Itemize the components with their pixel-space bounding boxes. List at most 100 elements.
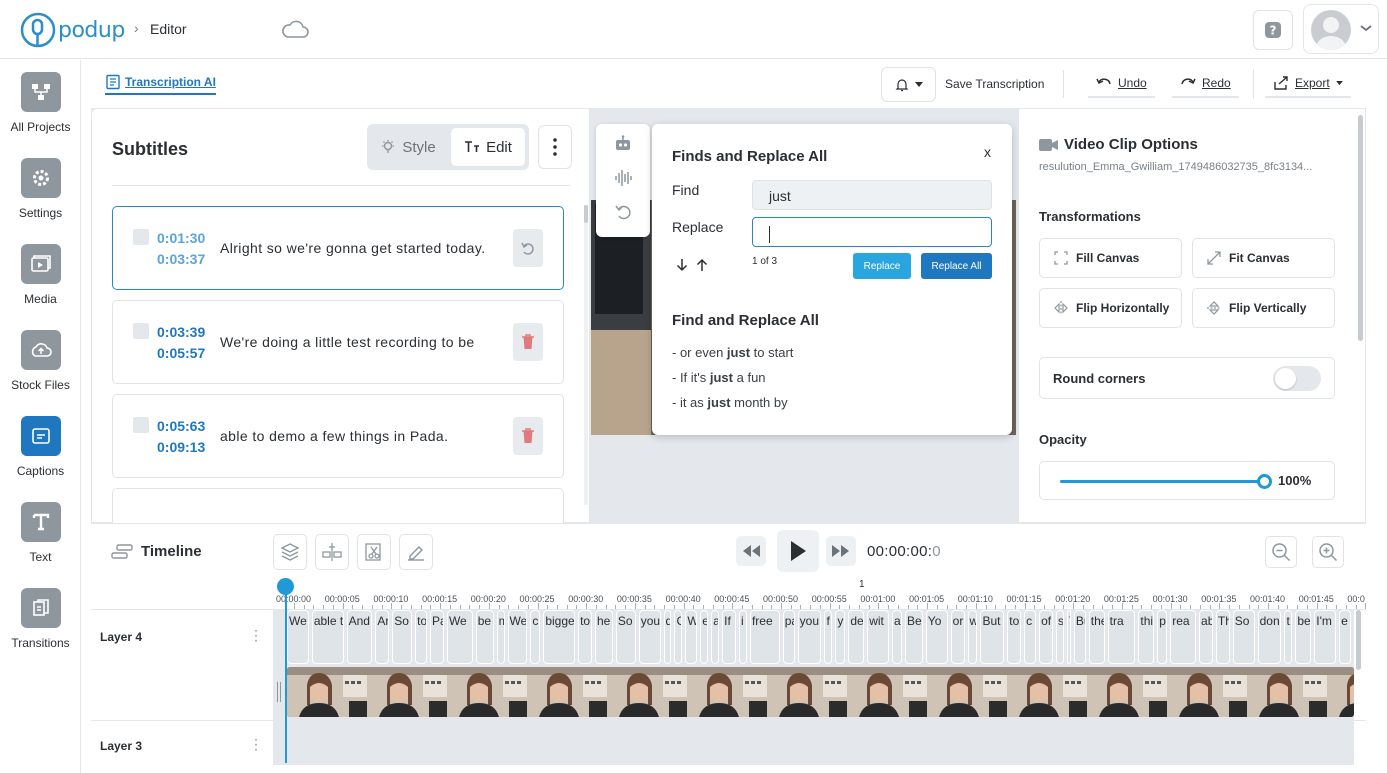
caption-end[interactable]: 0:03:37 (157, 251, 205, 267)
zoom-in-button[interactable] (1312, 536, 1344, 568)
cloud-sync-icon[interactable] (280, 18, 310, 40)
caption-checkbox[interactable] (133, 323, 149, 339)
subtitle-clip[interactable]: be (1295, 610, 1312, 664)
subtitle-clip[interactable]: We (507, 610, 528, 664)
subtitle-clip[interactable]: thi (1138, 610, 1155, 664)
caption-start[interactable]: 0:03:39 (157, 324, 205, 340)
subtitle-clip[interactable]: p (1157, 610, 1168, 664)
subtitle-clip[interactable]: s (1055, 610, 1064, 664)
export-button[interactable]: Export (1265, 70, 1351, 98)
caption-row[interactable]: 0:03:39 0:05:57 We're doing a little tes… (112, 300, 564, 384)
subtitle-clip[interactable]: rea (1170, 610, 1197, 664)
subtitle-clip[interactable]: to (578, 610, 592, 664)
scrollbar-thumb[interactable] (584, 205, 588, 223)
zoom-out-button[interactable] (1265, 536, 1297, 568)
reset-tool[interactable] (611, 200, 635, 224)
sidebar-item-settings[interactable]: Settings (0, 158, 81, 220)
playhead-handle[interactable] (277, 578, 294, 595)
subtitle-clip[interactable]: So (1232, 610, 1255, 664)
close-button[interactable]: x (984, 144, 991, 160)
caption-row[interactable] (112, 488, 564, 524)
subtitle-clip[interactable]: tra (1107, 610, 1136, 664)
video-track[interactable] (287, 667, 1354, 717)
subtitle-clip[interactable]: So (615, 610, 636, 664)
undo-button[interactable]: Undo (1088, 70, 1155, 98)
timeline-scrollbar[interactable] (1356, 610, 1361, 670)
fast-forward-button[interactable] (826, 536, 856, 566)
subtitle-clip[interactable]: m (496, 610, 505, 664)
subtitle-clip[interactable]: f (824, 610, 833, 664)
subtitle-clip[interactable]: C (674, 610, 683, 664)
subtitle-clip[interactable]: If (722, 610, 737, 664)
subtitle-clip[interactable]: Yo (925, 610, 948, 664)
subtitle-clip[interactable]: y (835, 610, 846, 664)
subtitle-clip[interactable]: Be (904, 610, 923, 664)
subtitle-clip[interactable]: And (346, 610, 373, 664)
subtitle-clip[interactable]: the (1088, 610, 1105, 664)
help-button[interactable]: ? (1253, 10, 1293, 50)
redo-button[interactable]: Redo (1172, 70, 1239, 98)
subtitle-clip[interactable]: W (685, 610, 698, 664)
caption-start[interactable]: 0:05:63 (157, 418, 205, 434)
drag-handle-icon[interactable] (276, 680, 282, 704)
arrow-down-icon[interactable] (676, 258, 688, 272)
playhead[interactable] (285, 580, 287, 763)
subtitle-clip[interactable]: w (967, 610, 978, 664)
subtitle-clip[interactable]: free (749, 610, 780, 664)
caption-checkbox[interactable] (133, 229, 149, 245)
tab-transcription-ai[interactable]: Transcription AI (105, 74, 216, 95)
scrollbar[interactable] (1358, 115, 1363, 341)
robot-tool[interactable] (611, 132, 635, 156)
edit-tool[interactable] (399, 534, 433, 570)
breadcrumb-editor[interactable]: Editor (150, 21, 187, 37)
flip-vertically-button[interactable]: Flip Vertically (1192, 288, 1335, 328)
sidebar-item-stock-files[interactable]: Stock Files (0, 330, 81, 392)
subtitle-clip[interactable]: to (1007, 610, 1022, 664)
caption-start[interactable]: 0:01:30 (157, 230, 205, 246)
subtitle-clip[interactable]: Pa (430, 610, 444, 664)
layer-menu-icon[interactable]: ⋮ (249, 627, 263, 644)
sidebar-item-all-projects[interactable]: All Projects (0, 72, 81, 134)
replace-input[interactable] (752, 217, 992, 247)
subtitle-clip[interactable]: T (1066, 610, 1071, 664)
subtitle-clip[interactable]: de (848, 610, 865, 664)
rewind-button[interactable] (736, 536, 766, 566)
subtitle-clip[interactable]: Bu (1073, 610, 1086, 664)
subtitle-clip[interactable]: to (415, 610, 428, 664)
caption-text[interactable]: able to demo a few things in Pada. (220, 428, 448, 444)
slider-handle[interactable] (1257, 474, 1272, 489)
subtitle-clip[interactable]: d (663, 610, 672, 664)
flip-horizontally-button[interactable]: Flip Horizontally (1039, 288, 1182, 328)
delete-button[interactable] (513, 323, 543, 361)
opacity-slider[interactable] (1060, 474, 1272, 489)
subtitle-clip[interactable]: be (475, 610, 494, 664)
delete-button[interactable] (513, 417, 543, 455)
subtitle-clip[interactable]: We (446, 610, 473, 664)
subtitle-clip[interactable]: But (980, 610, 1005, 664)
fit-canvas-button[interactable]: Fit Canvas (1192, 238, 1335, 278)
split-tool[interactable] (315, 534, 349, 570)
caption-row[interactable]: 0:01:30 0:03:37 Alright so we're gonna g… (112, 206, 564, 290)
sidebar-item-text[interactable]: Text (0, 502, 81, 564)
subtitle-clip[interactable]: you (638, 610, 661, 664)
arrow-up-icon[interactable] (696, 258, 708, 272)
sidebar-item-media[interactable]: Media (0, 244, 81, 306)
caption-text[interactable]: We're doing a little test recording to b… (220, 334, 475, 350)
notification-dropdown[interactable] (881, 67, 936, 102)
revert-button[interactable] (513, 229, 543, 267)
caption-row[interactable]: 0:05:63 0:09:13 able to demo a few thing… (112, 394, 564, 478)
caption-end[interactable]: 0:05:57 (157, 345, 205, 361)
layer-menu-icon[interactable]: ⋮ (249, 736, 263, 753)
subtitle-clip[interactable]: a (892, 610, 902, 664)
sidebar-item-transitions[interactable]: Transitions (0, 588, 81, 650)
caption-checkbox[interactable] (133, 417, 149, 433)
subtitle-clip[interactable]: So (392, 610, 413, 664)
replace-all-button[interactable]: Replace All (921, 253, 992, 279)
subtitle-clip[interactable]: or (950, 610, 965, 664)
subtitle-clip[interactable]: Th (1215, 610, 1230, 664)
subtitle-clip[interactable]: i (739, 610, 747, 664)
waveform-tool[interactable] (611, 166, 635, 190)
subtitle-clip[interactable]: bigge (543, 610, 576, 664)
subtitle-clip[interactable]: c (530, 610, 541, 664)
subtitle-clip[interactable]: e (700, 610, 709, 664)
